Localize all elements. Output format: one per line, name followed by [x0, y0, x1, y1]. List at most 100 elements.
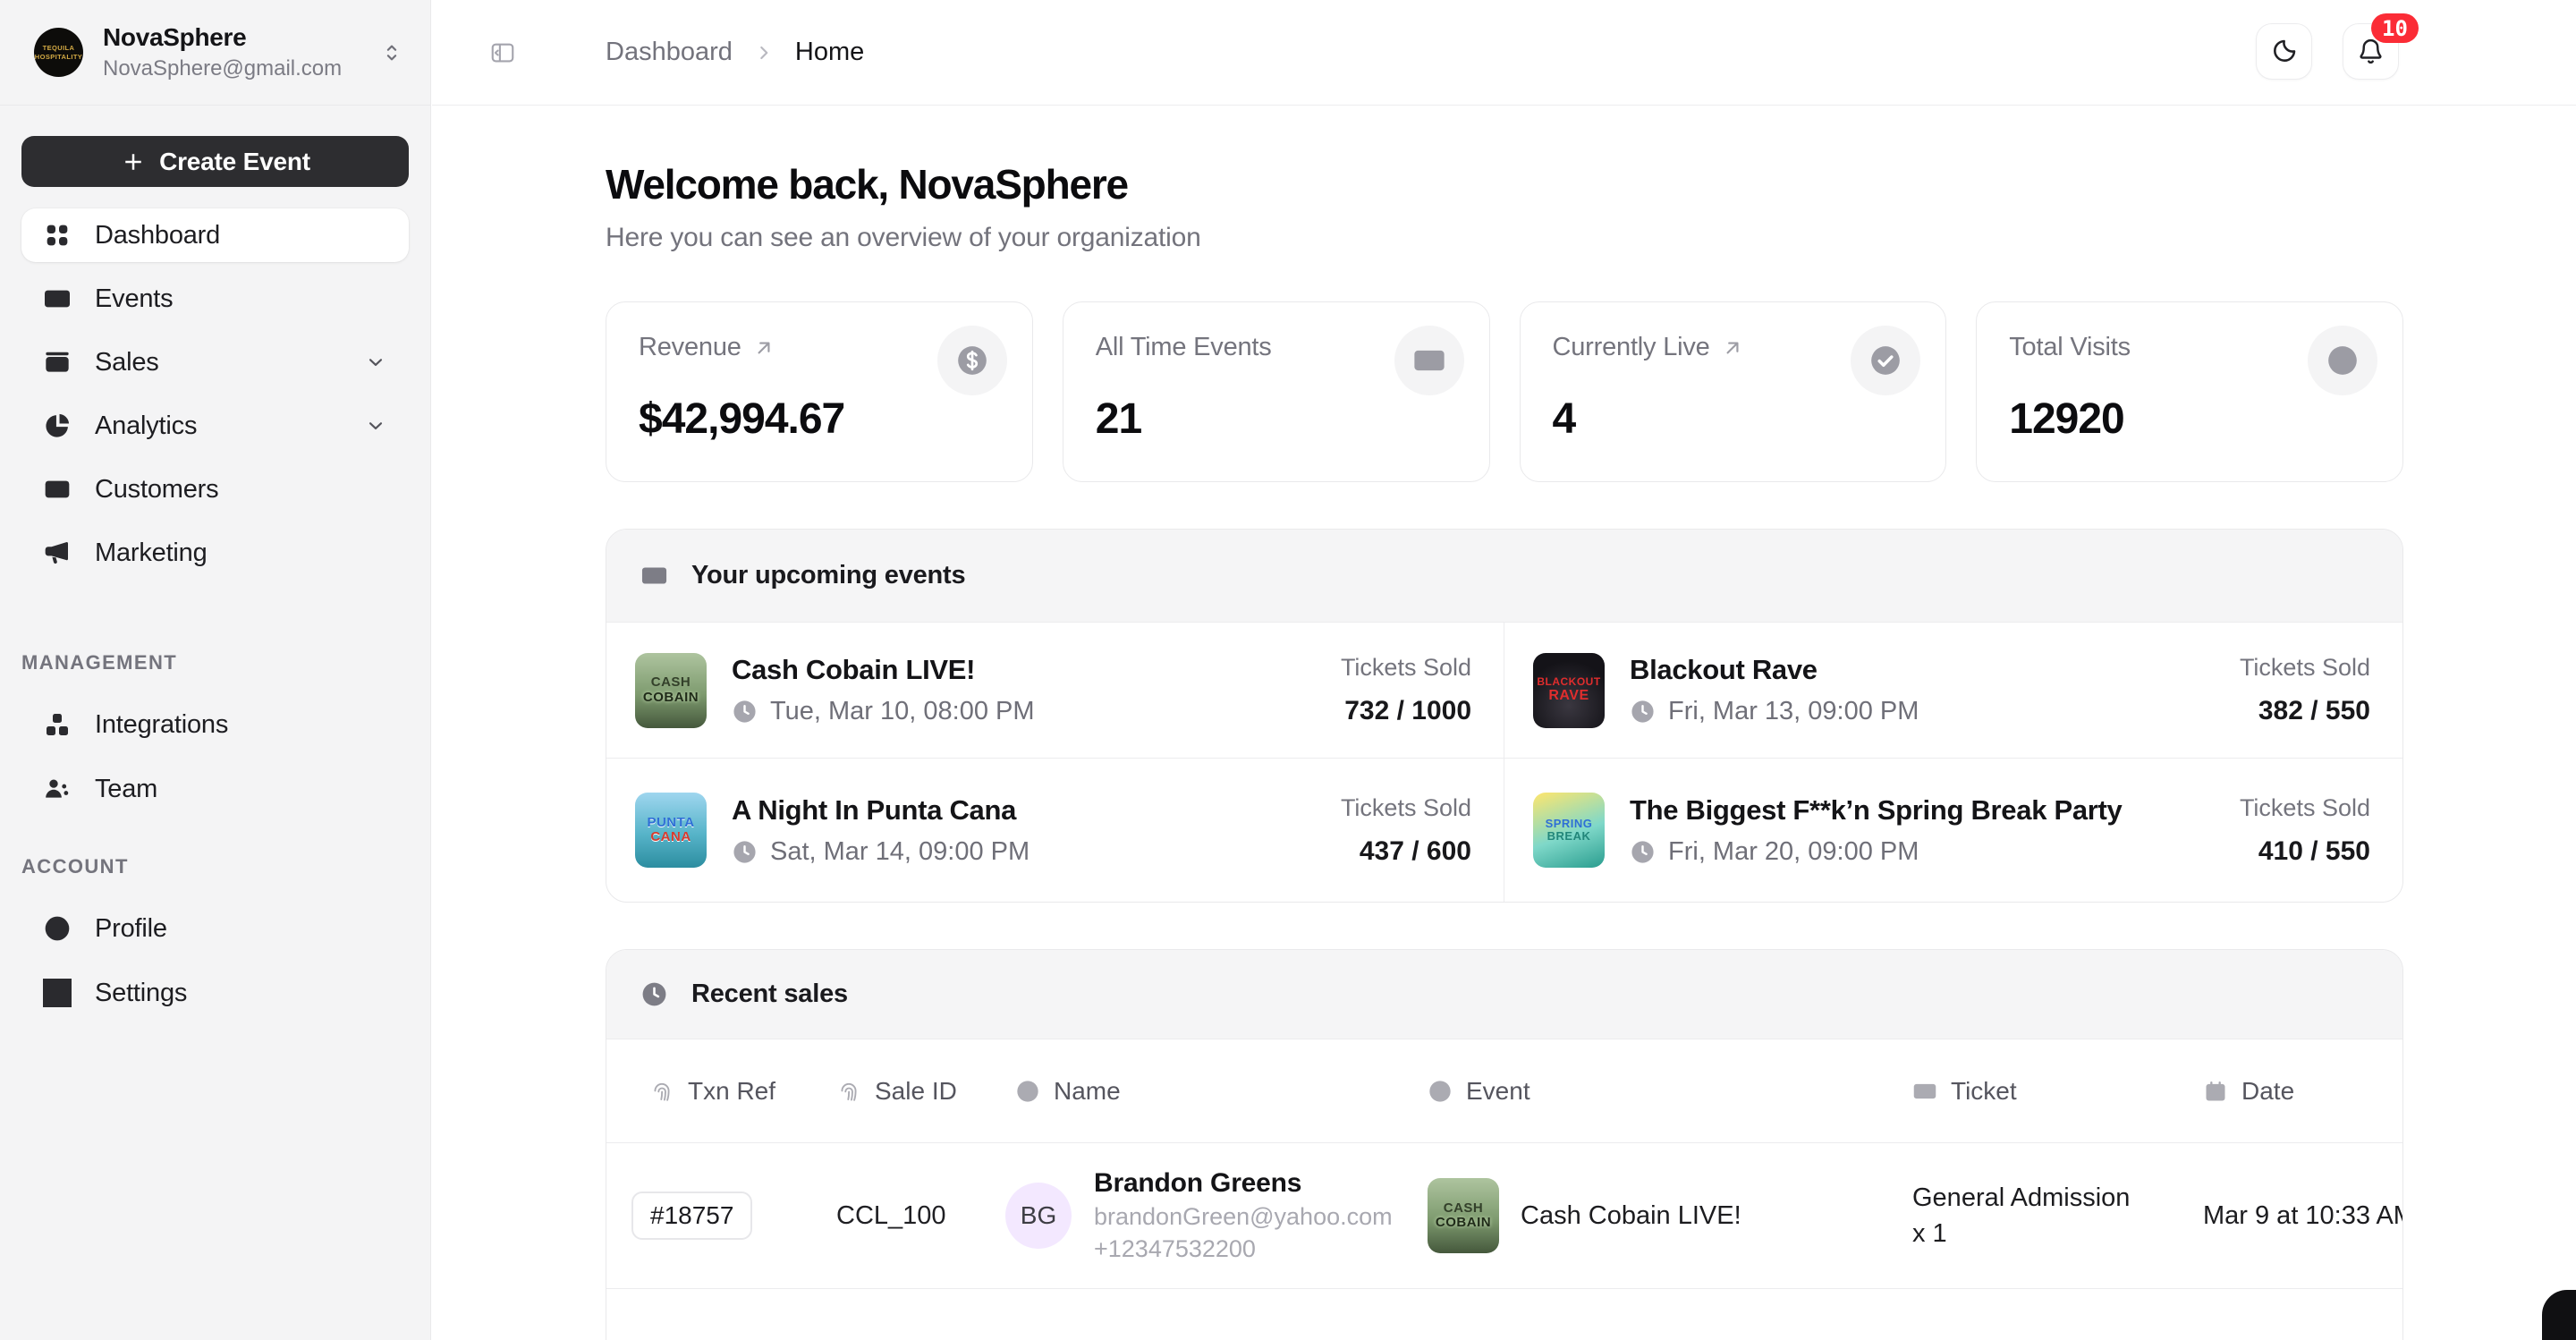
- megaphone-icon: [43, 539, 72, 567]
- ticket-icon: [1912, 1079, 1937, 1104]
- poster-text: COBAIN: [643, 691, 699, 706]
- tickets-sold-label: Tickets Sold: [1341, 794, 1471, 822]
- stat-label: All Time Events: [1096, 333, 1272, 362]
- sales-table-row[interactable]: #18757 CCL_100 BG Brandon Greens brandon…: [606, 1143, 2402, 1288]
- chevron-right-icon: [752, 41, 775, 64]
- next-table-row-partial: [606, 1288, 2402, 1340]
- sidebar-item-customers[interactable]: Customers: [21, 462, 409, 516]
- column-header-name: Name: [1005, 1077, 1428, 1106]
- txn-ref-pill: #18757: [631, 1192, 752, 1240]
- org-switcher[interactable]: TEQUILA HOSPITALITY NovaSphere NovaSpher…: [0, 0, 430, 106]
- event-datetime: Fri, Mar 20, 09:00 PM: [1668, 837, 1919, 867]
- sidebar-section-management: MANAGEMENT: [21, 651, 409, 674]
- page-content: Welcome back, NovaSphere Here you can se…: [432, 106, 2576, 1340]
- notifications-button[interactable]: 10: [2343, 23, 2399, 80]
- event-poster: CASH COBAIN: [1428, 1178, 1499, 1253]
- event-row-cash-cobain[interactable]: CASH COBAIN Cash Cobain LIVE! Tue, Mar 1…: [606, 623, 1504, 759]
- sidebar-item-integrations[interactable]: Integrations: [21, 698, 409, 751]
- dark-mode-button[interactable]: [2256, 23, 2312, 80]
- user-circle-icon: [43, 914, 72, 943]
- user-circle-icon: [1015, 1079, 1040, 1104]
- column-label: Event: [1466, 1077, 1530, 1106]
- recent-sales-title: Recent sales: [691, 980, 848, 1009]
- ticket-icon: [1394, 326, 1464, 395]
- sidebar-nav: Dashboard Events Sales Analytics Custome…: [21, 208, 409, 580]
- column-label: Name: [1054, 1077, 1121, 1106]
- sidebar-item-sales[interactable]: Sales: [21, 335, 409, 389]
- gear-icon: [43, 979, 72, 1007]
- users-icon: [43, 775, 72, 803]
- buyer-avatar: BG: [1005, 1183, 1072, 1249]
- tickets-sold-count: 732 / 1000: [1341, 696, 1471, 726]
- event-name: Cash Cobain LIVE!: [732, 654, 1035, 686]
- main-area: Dashboard Home 10 Welcome back, NovaSphe…: [432, 0, 2576, 1340]
- sidebar-item-marketing[interactable]: Marketing: [21, 526, 409, 580]
- sidebar-item-label: Team: [95, 775, 157, 804]
- poster-text: COBAIN: [1436, 1216, 1491, 1231]
- fingerprint-icon: [649, 1079, 674, 1104]
- event-poster: PUNTA CANA: [635, 793, 707, 868]
- column-header-event: Event: [1428, 1077, 1912, 1106]
- stat-card-currently-live[interactable]: Currently Live 4: [1520, 301, 1947, 482]
- stat-card-revenue[interactable]: Revenue $42,994.67: [606, 301, 1033, 482]
- event-row-punta-cana[interactable]: PUNTA CANA A Night In Punta Cana Sat, Ma…: [606, 759, 1504, 902]
- create-event-label: Create Event: [159, 148, 310, 176]
- column-label: Date: [2241, 1077, 2294, 1106]
- create-event-button[interactable]: Create Event: [21, 136, 409, 187]
- stat-value: $42,994.67: [639, 394, 1000, 444]
- calendar-icon: [2203, 1079, 2228, 1104]
- org-logo-line2: HOSPITALITY: [35, 53, 82, 61]
- stat-value: 12920: [2009, 394, 2370, 444]
- sidebar-item-events[interactable]: Events: [21, 272, 409, 326]
- topbar-actions: 10: [2256, 23, 2399, 80]
- pie-chart-icon: [43, 411, 72, 440]
- event-row-spring-break[interactable]: SPRING BREAK The Biggest F**k’n Spring B…: [1504, 759, 2402, 902]
- collapse-sidebar-button[interactable]: [484, 34, 521, 72]
- event-name: A Night In Punta Cana: [732, 794, 1030, 827]
- event-datetime: Sat, Mar 14, 09:00 PM: [770, 837, 1030, 867]
- event-poster: CASH COBAIN: [635, 653, 707, 728]
- chevron-down-icon: [364, 414, 387, 437]
- poster-text: RAVE: [1548, 688, 1589, 704]
- poster-text: BLACKOUT: [1537, 676, 1600, 688]
- chevrons-up-down-icon[interactable]: [380, 41, 403, 64]
- breadcrumb-parent[interactable]: Dashboard: [606, 38, 733, 67]
- dollar-icon: [937, 326, 1007, 395]
- column-label: Sale ID: [875, 1077, 957, 1106]
- sale-id-cell: CCL_100: [836, 1201, 1005, 1231]
- stat-card-all-time-events[interactable]: All Time Events 21: [1063, 301, 1490, 482]
- page-title: Welcome back, NovaSphere: [606, 160, 2403, 208]
- stat-value: 4: [1553, 394, 1914, 444]
- sidebar-item-settings[interactable]: Settings: [21, 966, 409, 1020]
- clock-icon: [640, 980, 668, 1008]
- column-label: Txn Ref: [688, 1077, 775, 1106]
- check-badge-icon: [1851, 326, 1920, 395]
- column-header-date: Date: [2203, 1077, 2402, 1106]
- stat-value: 21: [1096, 394, 1457, 444]
- sidebar: TEQUILA HOSPITALITY NovaSphere NovaSpher…: [0, 0, 431, 1340]
- arrow-up-right-icon: [752, 336, 775, 360]
- buyer-email: brandonGreen@yahoo.com: [1094, 1203, 1393, 1231]
- sidebar-item-analytics[interactable]: Analytics: [21, 399, 409, 453]
- ticket-icon: [43, 284, 72, 313]
- chevron-down-icon: [364, 351, 387, 374]
- events-grid: CASH COBAIN Cash Cobain LIVE! Tue, Mar 1…: [606, 623, 2402, 902]
- sidebar-item-team[interactable]: Team: [21, 762, 409, 816]
- stat-card-total-visits[interactable]: Total Visits 12920: [1976, 301, 2403, 482]
- sidebar-item-profile[interactable]: Profile: [21, 902, 409, 955]
- clock-icon: [1630, 699, 1656, 725]
- recent-sales-header: Recent sales: [606, 950, 2402, 1039]
- upcoming-events-title: Your upcoming events: [691, 561, 965, 590]
- stats-row: Revenue $42,994.67 All Time Events 21 Cu…: [606, 301, 2403, 482]
- event-poster: SPRING BREAK: [1533, 793, 1605, 868]
- sidebar-item-dashboard[interactable]: Dashboard: [21, 208, 409, 262]
- poster-text: CASH: [1444, 1201, 1484, 1217]
- id-card-icon: [43, 475, 72, 504]
- sale-event-name: Cash Cobain LIVE!: [1521, 1201, 1741, 1231]
- event-row-blackout-rave[interactable]: BLACKOUT RAVE Blackout Rave Fri, Mar 13,…: [1504, 623, 2402, 759]
- sidebar-item-label: Sales: [95, 348, 159, 377]
- dashboard-icon: [43, 221, 72, 250]
- clock-icon: [732, 839, 758, 865]
- clock-icon: [1630, 839, 1656, 865]
- globe-icon: [1428, 1079, 1453, 1104]
